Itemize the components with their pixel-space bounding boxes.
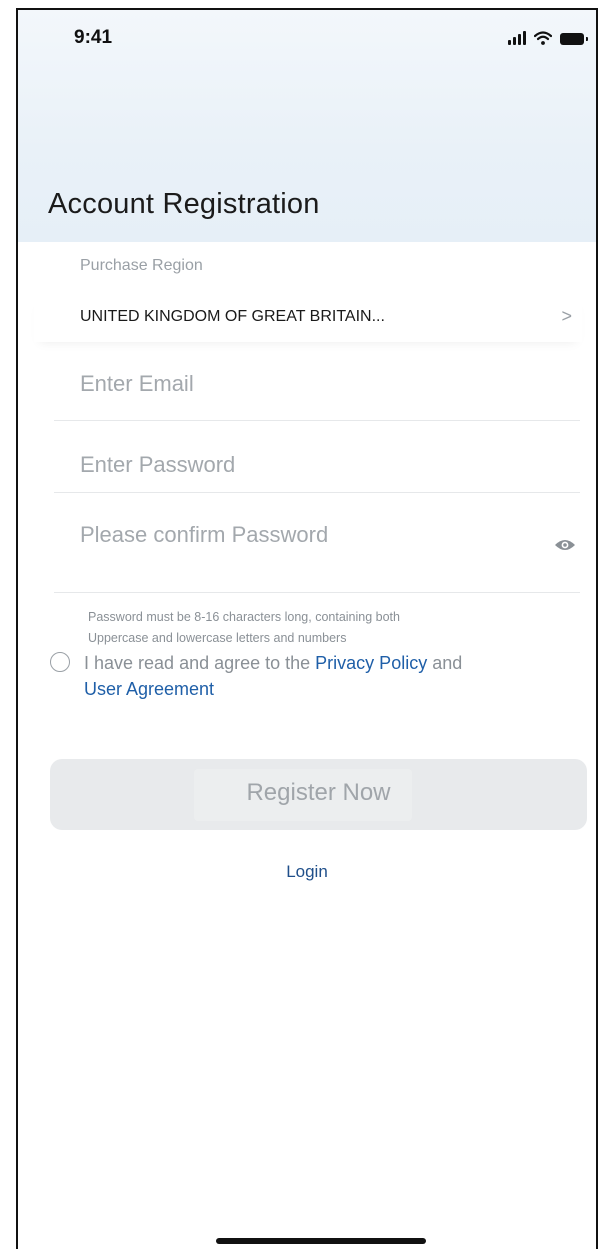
confirm-divider [54,592,580,593]
status-time: 9:41 [74,27,113,48]
eye-icon[interactable] [554,538,576,552]
email-divider [54,420,580,421]
password-hint-line1: Password must be 8-16 characters long, c… [88,610,400,624]
email-field[interactable]: Enter Email [80,371,194,397]
agree-radio[interactable] [50,652,70,672]
password-field[interactable]: Enter Password [80,452,235,478]
status-icons [508,31,588,45]
user-agreement-link[interactable]: User Agreement [84,679,214,699]
wifi-icon [534,31,552,45]
agreement-prefix: I have read and agree to the [84,653,316,673]
purchase-region-label: Purchase Region [80,257,203,274]
password-hint-line2: Uppercase and lowercase letters and numb… [88,631,347,645]
register-now-label: Register Now [246,779,391,806]
agreement-conjunction: and [427,653,463,673]
password-divider [54,492,580,493]
battery-icon [560,33,588,45]
signal-icon [508,31,526,45]
phone-screen: 9:41 Account Registration Purchase Regio… [16,8,598,1249]
page-title: Account Registration [48,188,320,220]
confirm-password-field[interactable]: Please confirm Password [80,522,328,548]
purchase-region-value: UNITED KINGDOM OF GREAT BRITAIN... [80,308,385,325]
chevron-right-icon: > [561,306,572,326]
purchase-region-selector[interactable]: UNITED KINGDOM OF GREAT BRITAIN... > [34,296,582,342]
home-indicator [216,1238,426,1244]
privacy-policy-link[interactable]: Privacy Policy [315,653,427,673]
agreement-text: I have read and agree to the Privacy Pol… [84,650,596,702]
password-hint: Password must be 8-16 characters long, c… [88,607,400,649]
register-now-button[interactable]: Register Now [50,759,587,830]
login-link[interactable]: Login [18,862,596,882]
